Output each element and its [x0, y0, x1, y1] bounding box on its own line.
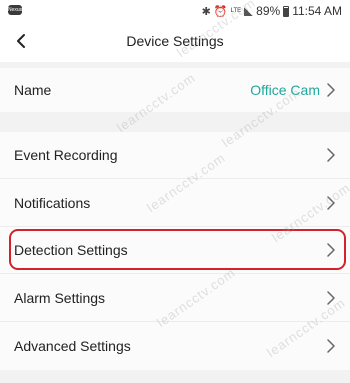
settings-item-label: Advanced Settings — [14, 338, 131, 354]
chevron-right-icon — [326, 147, 336, 163]
chevron-right-icon — [326, 82, 336, 98]
settings-item-label: Notifications — [14, 194, 91, 211]
name-label: Name — [14, 82, 52, 98]
battery-icon — [283, 5, 290, 17]
chevron-right-icon — [326, 338, 336, 354]
highlight-annotation — [9, 229, 346, 270]
settings-item-label: Alarm Settings — [14, 289, 106, 306]
app-header: Device Settings — [0, 22, 350, 62]
battery-percent: 89% — [256, 4, 281, 18]
bluetooth-icon: ✱ — [201, 5, 211, 18]
settings-item-event-recording[interactable]: Event Recording — [0, 132, 350, 178]
section-gap — [0, 112, 350, 132]
status-bar: Nexus ✱ ⏰ LTE 89% 11:54 AM — [0, 0, 350, 22]
carrier-badge: Nexus — [8, 5, 23, 15]
clock: 11:54 AM — [292, 4, 342, 18]
settings-item-label: Event Recording — [14, 147, 118, 163]
section-gap — [0, 370, 350, 383]
